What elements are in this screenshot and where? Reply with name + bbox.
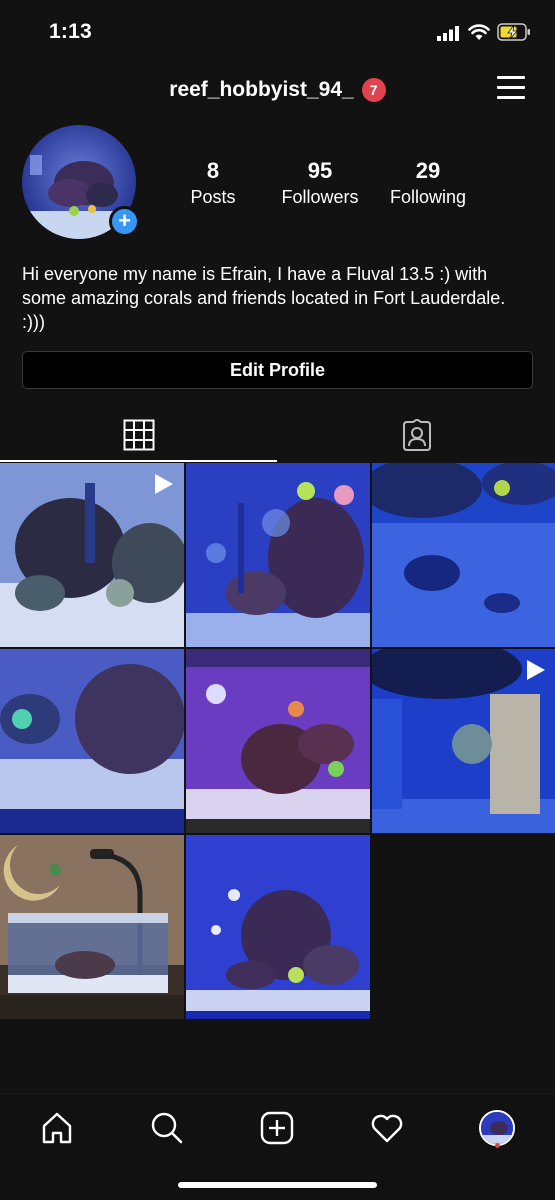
search-icon <box>151 1112 183 1144</box>
profile-tabs <box>0 408 555 462</box>
profile-stats: 8 Posts 95 Followers 29 Following <box>160 158 490 214</box>
username: reef_hobbyist_94_ <box>169 78 354 101</box>
following-label: Following <box>389 187 467 207</box>
followers-count: 95 <box>307 158 333 183</box>
post-thumbnail[interactable] <box>372 649 555 833</box>
status-bar: 1:13 <box>0 0 555 64</box>
nav-profile[interactable] <box>477 1108 517 1148</box>
nav-home[interactable] <box>37 1108 77 1148</box>
profile-avatar-small <box>479 1110 515 1146</box>
post-thumbnail[interactable] <box>186 463 370 647</box>
tab-tagged[interactable] <box>278 408 555 462</box>
followers-stat[interactable]: 95 Followers <box>275 158 365 208</box>
followers-label: Followers <box>281 187 359 207</box>
signal-icon <box>437 26 459 41</box>
post-image <box>372 463 555 647</box>
post-image <box>0 835 184 1019</box>
notification-badge: 7 <box>361 78 386 102</box>
posts-label: Posts <box>190 187 236 207</box>
video-icon <box>155 474 173 494</box>
nav-activity[interactable] <box>367 1108 407 1148</box>
battery-charging-icon <box>497 23 530 41</box>
grid-icon <box>123 419 154 451</box>
video-icon <box>527 660 545 680</box>
nav-new-post[interactable] <box>257 1108 297 1148</box>
menu-button[interactable] <box>497 76 527 102</box>
username-row[interactable]: reef_hobbyist_94_ 7 <box>0 78 555 102</box>
post-thumbnail[interactable] <box>0 649 184 833</box>
nav-search[interactable] <box>147 1108 187 1148</box>
profile-bio: Hi everyone my name is Efrain, I have a … <box>22 264 506 332</box>
edit-profile-button[interactable]: Edit Profile <box>22 351 533 389</box>
post-image <box>186 835 370 1019</box>
post-thumbnail[interactable] <box>186 835 370 1019</box>
posts-count: 8 <box>206 158 220 183</box>
home-icon <box>42 1112 72 1144</box>
heart-icon <box>371 1114 403 1143</box>
post-thumbnail[interactable] <box>0 463 184 647</box>
post-thumbnail[interactable] <box>186 649 370 833</box>
status-time: 1:13 <box>49 20 92 43</box>
post-image <box>0 649 184 833</box>
add-story-button[interactable]: + <box>109 206 140 237</box>
post-image <box>186 649 370 833</box>
post-thumbnail[interactable] <box>0 835 184 1019</box>
following-stat[interactable]: 29 Following <box>384 158 472 208</box>
notification-dot <box>495 1143 500 1148</box>
active-tab-indicator <box>0 460 277 462</box>
tagged-icon <box>402 419 431 451</box>
post-thumbnail[interactable] <box>372 463 555 647</box>
profile-header: reef_hobbyist_94_ 7 <box>0 64 555 120</box>
home-indicator <box>178 1182 377 1188</box>
tab-posts-grid[interactable] <box>0 408 277 462</box>
post-image <box>186 463 370 647</box>
posts-stat[interactable]: 8 Posts <box>170 158 256 208</box>
hamburger-icon <box>497 76 525 79</box>
following-count: 29 <box>415 158 441 183</box>
wifi-icon <box>468 24 490 40</box>
add-post-icon <box>260 1111 294 1145</box>
